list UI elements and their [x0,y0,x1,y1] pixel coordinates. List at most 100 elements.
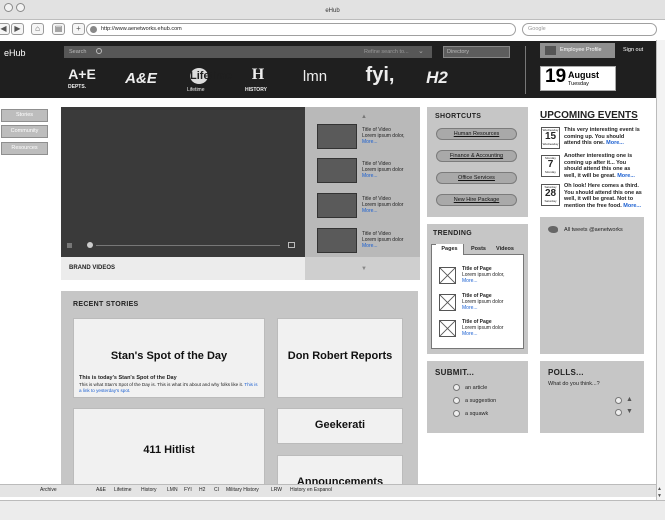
stan-spot-title[interactable]: Stan's Spot of the Day [73,350,265,362]
footer-link-lmn[interactable]: LMN [167,484,178,497]
logo-lifetime[interactable]: Lifetime [190,68,232,84]
tweets-panel [540,217,644,354]
vertical-scrollbar[interactable] [656,40,665,500]
logo-history[interactable]: H [248,66,268,84]
video-thumbnail[interactable] [317,158,357,183]
home-button[interactable]: ⌂ [31,23,44,35]
footer-link-h2[interactable]: H2 [199,484,205,497]
chevron-down-icon: ⌄ [418,48,424,55]
more-link[interactable]: More... [462,278,505,284]
submit-radio-suggestion[interactable] [453,397,460,404]
more-link[interactable]: More... [362,243,403,249]
scroll-up-arrow-icon[interactable]: ▲ [657,486,662,492]
scroll-down-arrow-icon[interactable]: ▼ [657,493,662,499]
video-item-text[interactable]: Title of Video Lorem ipsum dolor More... [362,196,403,214]
add-bookmark-button[interactable]: + [72,23,85,35]
video-item-text[interactable]: Title of Video Lorem ipsum dolor More... [362,231,403,249]
left-nav-community[interactable]: Community [1,125,48,138]
footer-link-history-espanol[interactable]: History en Espanol [290,484,332,497]
event-item[interactable]: This very interesting event is coming up… [564,127,642,147]
video-thumbnail[interactable] [317,124,357,149]
logo-ae[interactable]: A&E [123,70,159,87]
geekerati-title[interactable]: Geekerati [277,419,403,431]
signout-link[interactable]: Sign out [623,47,643,53]
more-link[interactable]: More... [623,203,641,209]
footer-link-ae[interactable]: A&E [96,484,106,497]
tab-posts[interactable]: Posts [471,244,486,255]
left-nav-resources[interactable]: Resources [1,142,48,155]
more-link[interactable]: More... [362,208,403,214]
video-progress-bar[interactable] [96,245,280,246]
logo-h2[interactable]: H2 [422,68,452,88]
submit-radio-squawk[interactable] [453,410,460,417]
trending-item[interactable]: Title of Page Lorem ipsum dolor, More... [462,266,505,284]
video-item-text[interactable]: Title of Video Lorem ipsum dolor, More... [362,127,405,145]
video-thumbnail[interactable] [317,228,357,253]
footer-link-military-history[interactable]: Military History [226,484,259,497]
directory-input[interactable]: Directory [443,46,510,58]
trending-heading: TRENDING [433,230,472,237]
scroll-up-icon[interactable]: ▲ [361,114,367,120]
site-brand[interactable]: eHub [4,48,26,58]
footer-link-lrw[interactable]: LRW [271,484,282,497]
hitlist-title[interactable]: 411 Hitlist [73,444,265,456]
event-text: This very interesting event is coming up… [564,127,640,146]
tweets-link[interactable]: All tweets @aenetworks [564,227,623,233]
forward-button[interactable]: ▶ [11,23,24,35]
footer-archive-link[interactable]: Archive [40,484,57,497]
event-item[interactable]: Oh look! Here comes a third. You should … [564,183,642,209]
submit-label-suggestion: a suggestion [465,398,497,404]
submit-radio-article[interactable] [453,384,460,391]
avatar [545,46,556,55]
trending-item[interactable]: Title of Page Lorem ipsum dolor More... [462,293,503,311]
browser-search-input[interactable]: Google [522,23,657,36]
upcoming-events-heading[interactable]: UPCOMING EVENTS [540,110,638,121]
video-thumbnail[interactable] [317,193,357,218]
more-link[interactable]: More... [617,173,635,179]
logo-fyi[interactable]: fyi, [360,64,400,87]
volume-icon[interactable] [67,243,72,248]
more-link[interactable]: More... [362,139,405,145]
don-robert-title[interactable]: Don Robert Reports [277,350,403,362]
stan-spot-text: This is what Stan's Spot of the Day is. … [79,382,244,387]
footer-link-history[interactable]: History [141,484,157,497]
event-day: 7 [547,159,554,170]
shortcut-new-hire-package[interactable]: New Hire Package [436,194,517,206]
print-button[interactable]: ▤ [52,23,65,35]
more-link[interactable]: More... [462,331,503,337]
left-nav-stories[interactable]: Stories [1,109,48,122]
logo-lmn[interactable]: lmn [298,68,332,85]
url-bar[interactable]: http://www.aenetworks.ehub.com [86,23,516,36]
poll-radio-up[interactable] [615,397,622,404]
playhead-icon[interactable] [87,242,93,248]
search-icon [96,48,102,54]
logo-ae-depts[interactable]: A+E [64,66,100,82]
shortcut-human-resources[interactable]: Human Resources [436,128,517,140]
footer-link-fyi[interactable]: FYI [184,484,192,497]
more-link[interactable]: More... [462,305,503,311]
announcements-card[interactable]: Announcements [277,455,403,486]
footer-link-lifetime[interactable]: Lifetime [114,484,132,497]
scroll-down-icon[interactable]: ▼ [361,266,367,272]
twitter-bird-icon [548,226,558,233]
shortcut-office-services[interactable]: Office Services [436,172,517,184]
submit-label-squawk: a squawk [465,411,489,417]
event-weekday-bottom: Saturday [544,199,557,203]
back-button[interactable]: ◀ [0,23,10,35]
fullscreen-icon[interactable] [288,242,295,248]
polls-heading: POLLS... [548,368,584,377]
image-placeholder-icon [439,320,456,337]
thumbs-up-icon: ▲ [626,396,633,403]
event-item[interactable]: Another interesting one is coming up aft… [564,153,642,179]
logo-caption-lifetime: Lifetime [187,87,205,93]
footer-link-ci[interactable]: CI [214,484,219,497]
trending-item[interactable]: Title of Page Lorem ipsum dolor More... [462,319,503,337]
more-link[interactable]: More... [362,173,403,179]
video-item-text[interactable]: Title of Video Lorem ipsum dolor More... [362,161,403,179]
more-link[interactable]: More... [606,140,624,146]
shortcut-finance-accounting[interactable]: Finance & Accounting [436,150,517,162]
tab-pages[interactable]: Pages [436,244,464,255]
tab-videos[interactable]: Videos [496,244,514,255]
video-player[interactable] [61,107,305,257]
poll-radio-down[interactable] [615,409,622,416]
